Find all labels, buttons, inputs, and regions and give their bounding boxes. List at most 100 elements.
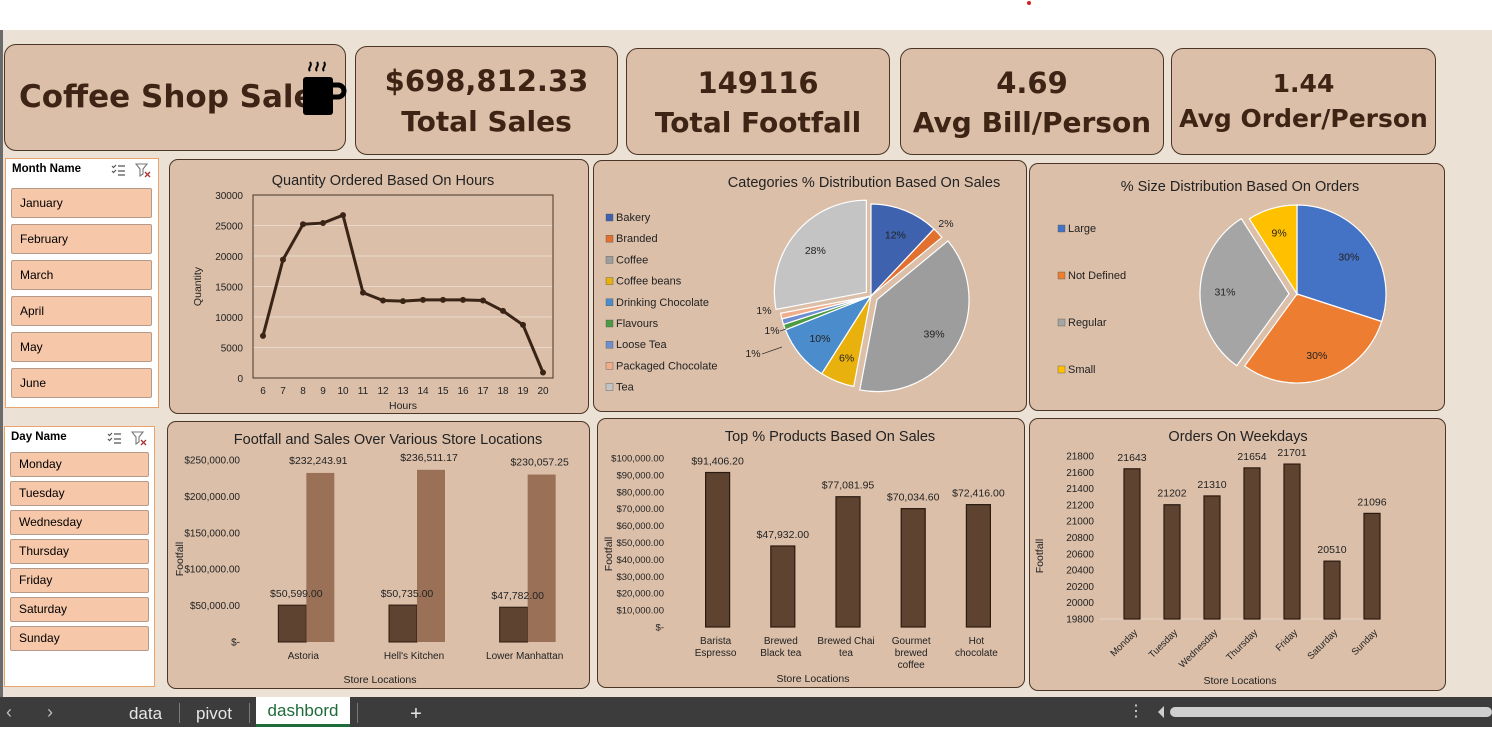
y-axis-title: Footfall (174, 542, 186, 576)
x-axis-title: Store Locations (1204, 675, 1277, 687)
data-point (440, 296, 446, 303)
slicer-item-saturday[interactable]: Saturday (10, 597, 149, 622)
chart-title: Quantity Ordered Based On Hours (272, 173, 494, 189)
clear-filter-icon[interactable] (131, 430, 147, 446)
legend-label: Branded (616, 233, 658, 245)
bar (1363, 512, 1381, 620)
data-point (420, 296, 426, 303)
sheet-tab-bar: ‹ › data pivot dashbord + ⋮ (0, 697, 1492, 727)
y-tick-label: $30,000.00 (616, 572, 664, 583)
chart-title: % Size Distribution Based On Orders (1121, 179, 1360, 195)
data-label: 30% (1306, 350, 1327, 362)
legend-swatch (1057, 224, 1066, 233)
tab-scroll-left-icon[interactable]: ‹ (6, 697, 12, 727)
add-sheet-button[interactable]: + (402, 697, 430, 727)
slicer-item-april[interactable]: April (11, 296, 152, 326)
more-options-icon[interactable]: ⋮ (1128, 697, 1144, 727)
y-tick-label: 21200 (1066, 500, 1094, 511)
chart-size-distribution[interactable]: % Size Distribution Based On Orders Large… (1029, 163, 1445, 411)
data-label: $47,932.00 (757, 529, 810, 541)
slicer-item-thursday[interactable]: Thursday (10, 539, 149, 564)
x-tick-label: Sunday (1350, 627, 1381, 658)
x-tick-label: Saturday (1305, 627, 1340, 662)
kpi-total-footfall: 149116 Total Footfall (626, 48, 890, 155)
x-tick-label: Astoria (288, 651, 320, 662)
slicer-item-friday[interactable]: Friday (10, 568, 149, 593)
legend-label: Tea (616, 382, 635, 394)
y-tick-label: 20200 (1066, 582, 1094, 593)
legend-label: Small (1068, 364, 1096, 376)
y-tick-label: 21000 (1066, 517, 1094, 528)
data-label: 1% (756, 305, 771, 317)
chart-top-products[interactable]: Top % Products Based On Sales $- $10,000.0… (597, 418, 1025, 688)
data-point (520, 321, 526, 328)
horizontal-scrollbar[interactable] (1156, 704, 1492, 720)
y-axis-title: Quantity (192, 266, 204, 306)
tab-pivot[interactable]: pivot (185, 697, 243, 727)
slicer-item-march[interactable]: March (11, 260, 152, 290)
chart-orders-weekdays[interactable]: Orders On Weekdays 19800 20000 20200 20400 20… (1029, 418, 1446, 691)
slicer-item-may[interactable]: May (11, 332, 152, 362)
bar (1243, 467, 1261, 620)
kpi-label: Total Footfall (654, 106, 862, 139)
bar (965, 504, 991, 628)
coffee-cup-icon (303, 61, 347, 115)
slicer-header: Day Name (5, 427, 154, 449)
slicer-item-tuesday[interactable]: Tuesday (10, 481, 149, 506)
y-tick-label: 21400 (1066, 484, 1094, 495)
bar (1203, 495, 1221, 620)
y-tick-label: $- (231, 638, 240, 649)
y-tick-label: $80,000.00 (616, 487, 664, 498)
data-label: $70,034.60 (887, 492, 940, 504)
label-leader (761, 346, 783, 355)
kpi-total-sales: $698,812.33 Total Sales (355, 46, 618, 155)
chart-footfall-sales-by-location[interactable]: Footfall and Sales Over Various Store Lo… (167, 421, 590, 689)
legend-label: Coffee (616, 254, 648, 266)
slicer-item-january[interactable]: January (11, 188, 152, 218)
tab-data[interactable]: data (118, 697, 173, 727)
data-label: 21701 (1277, 447, 1306, 459)
x-tick-label: Lower Manhattan (486, 651, 563, 662)
clear-filter-icon[interactable] (135, 162, 151, 178)
data-label: $72,416.00 (952, 488, 1005, 500)
y-tick-label: $100,000.00 (611, 454, 664, 465)
data-point (380, 297, 386, 304)
data-label: $50,599.00 (270, 588, 323, 600)
title-card: Coffee Shop Sales (4, 44, 347, 151)
legend-swatch (605, 340, 614, 349)
slicer-item-sunday[interactable]: Sunday (10, 626, 149, 651)
legend-swatch (605, 319, 614, 328)
data-label: 20510 (1317, 544, 1346, 556)
y-tick-label: 20000 (215, 252, 243, 263)
chart-title: Categories % Distribution Based On Sales (728, 175, 1000, 191)
x-tick-label: 16 (457, 386, 469, 397)
x-tick-label: Monday (1108, 627, 1140, 659)
month-slicer[interactable]: Month Name January February March April … (5, 158, 159, 408)
slicer-item-monday[interactable]: Monday (10, 452, 149, 477)
slicer-item-february[interactable]: February (11, 224, 152, 254)
chart-category-distribution[interactable]: Categories % Distribution Based On Sales… (593, 160, 1027, 412)
slicer-item-june[interactable]: June (11, 368, 152, 398)
data-label: 28% (805, 245, 826, 257)
chart-title: Footfall and Sales Over Various Store Lo… (234, 432, 542, 448)
kpi-label: Total Sales (401, 105, 572, 138)
tab-dashboard[interactable]: dashbord (256, 697, 350, 727)
y-tick-label: $100,000.00 (184, 565, 240, 576)
legend-swatch (605, 298, 614, 307)
tab-separator (357, 703, 358, 723)
multi-select-icon[interactable] (106, 430, 122, 446)
day-slicer[interactable]: Day Name Monday Tuesday Wednesday Thursd… (4, 426, 155, 687)
data-label: $230,057.25 (510, 457, 569, 469)
multi-select-icon[interactable] (110, 162, 126, 178)
x-tick-label: 14 (417, 386, 429, 397)
data-label: 21202 (1157, 488, 1186, 500)
chart-quantity-by-hour[interactable]: Quantity Ordered Based On Hours 0 5000 1000… (169, 159, 589, 414)
slicer-item-wednesday[interactable]: Wednesday (10, 510, 149, 535)
tab-scroll-right-icon[interactable]: › (47, 697, 53, 727)
tab-separator (179, 703, 180, 723)
bar (835, 496, 861, 628)
legend-label: Coffee beans (616, 276, 682, 288)
bar (1323, 560, 1341, 620)
window-top-strip (0, 0, 1492, 30)
x-axis-title: Hours (389, 400, 417, 412)
